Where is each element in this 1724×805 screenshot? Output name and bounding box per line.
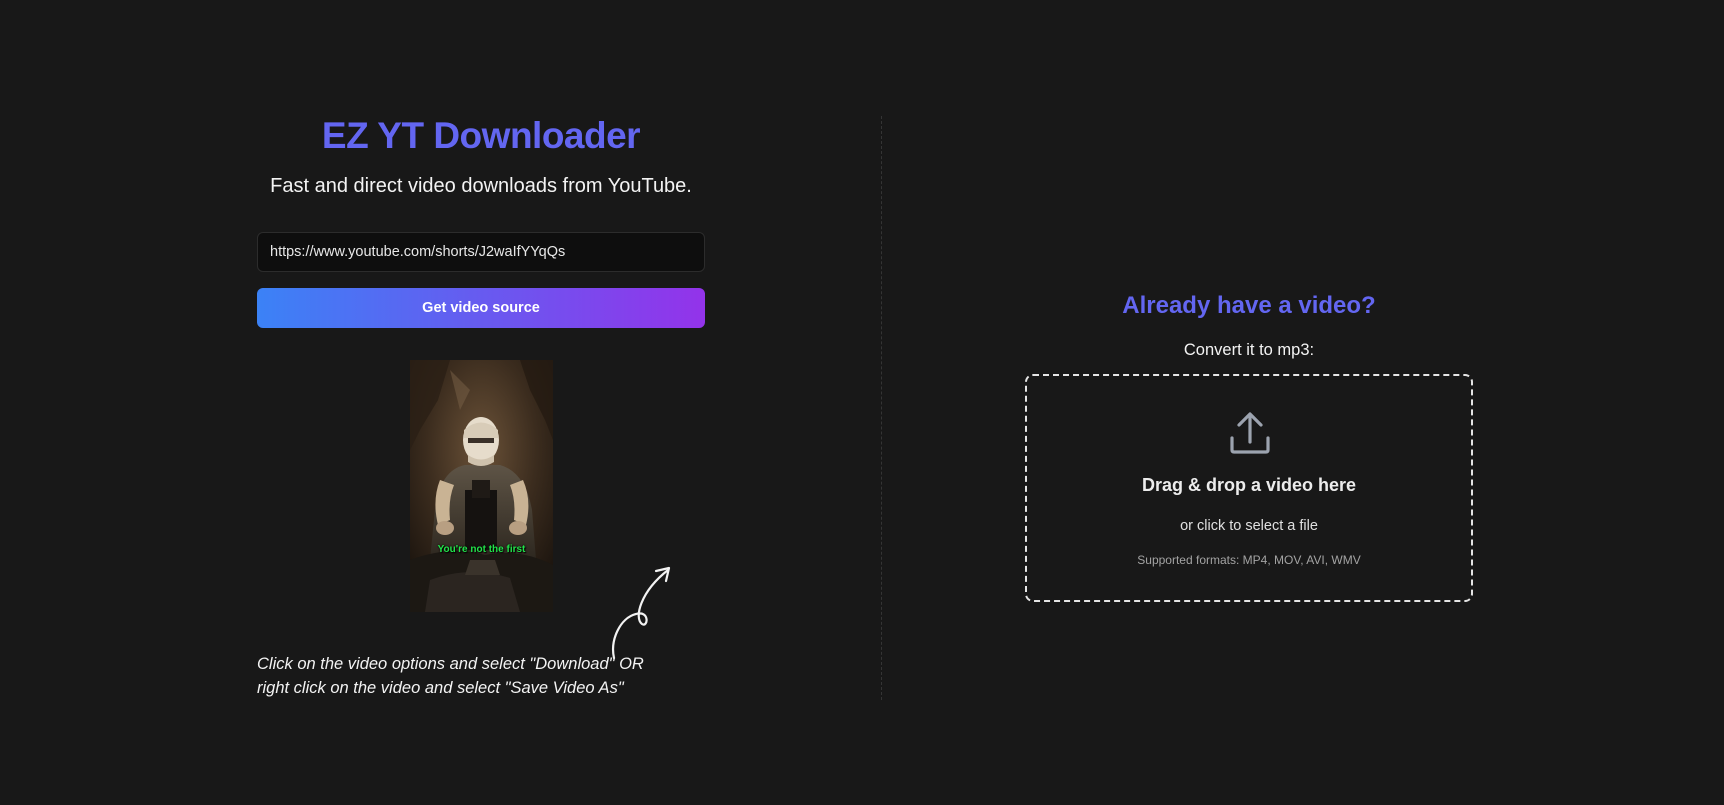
supported-formats: Supported formats: MP4, MOV, AVI, WMV: [1137, 553, 1361, 567]
download-instructions: Click on the video options and select "D…: [257, 652, 697, 700]
instruction-line-2: right click on the video and select "Sav…: [257, 679, 624, 697]
convert-section-title: Already have a video?: [1122, 292, 1376, 319]
video-caption: You're not the first: [437, 544, 526, 555]
video-frame-image: [410, 360, 553, 612]
video-dropzone[interactable]: Drag & drop a video here or click to sel…: [1025, 374, 1473, 602]
dropzone-subtext: or click to select a file: [1180, 518, 1318, 534]
dropzone-title: Drag & drop a video here: [1141, 475, 1357, 495]
convert-label: Convert it to mp3:: [1183, 341, 1315, 359]
url-input[interactable]: [257, 232, 705, 272]
app-subtitle: Fast and direct video downloads from You…: [270, 175, 692, 197]
section-divider: [881, 116, 882, 700]
video-player[interactable]: You're not the first: [410, 360, 553, 612]
curly-arrow-icon: [612, 566, 671, 660]
upload-icon: [1230, 412, 1270, 454]
get-video-source-button[interactable]: Get video source: [257, 288, 705, 328]
app-title: EZ YT Downloader: [321, 115, 641, 156]
instruction-line-1: Click on the video options and select "D…: [257, 655, 644, 673]
